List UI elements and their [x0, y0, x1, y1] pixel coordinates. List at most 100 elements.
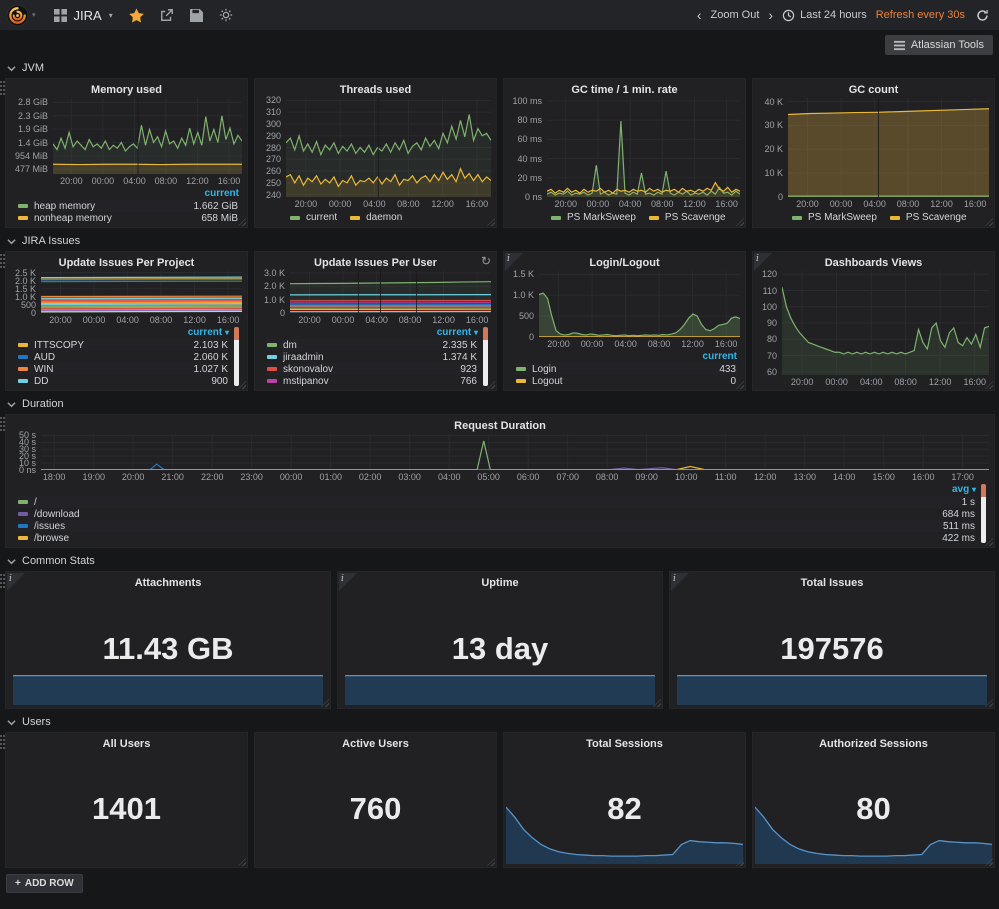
- clock-icon: [782, 9, 795, 22]
- legend-row[interactable]: jiraadmin1.374 K: [266, 351, 478, 363]
- info-icon[interactable]: i: [339, 573, 357, 591]
- row-drag-handle[interactable]: [0, 417, 2, 419]
- grafana-logo-icon[interactable]: [6, 4, 29, 27]
- legend-row[interactable]: Login433: [515, 363, 737, 375]
- legend-scrollbar[interactable]: [981, 484, 986, 543]
- legend-item[interactable]: PS Scavenge: [649, 212, 726, 223]
- info-icon[interactable]: i: [671, 573, 689, 591]
- panel-title[interactable]: Attachments: [11, 575, 325, 591]
- legend-sort-header[interactable]: current: [17, 187, 239, 200]
- legend-row[interactable]: /1 s: [17, 496, 976, 508]
- chevron-down-icon: [7, 718, 16, 727]
- legend-sort-header[interactable]: avg ▾: [17, 483, 976, 496]
- legend-row[interactable]: nonheap memory658 MiB: [17, 212, 239, 224]
- legend-item[interactable]: PS MarkSweep: [551, 212, 636, 223]
- legend-row[interactable]: DD900: [17, 375, 229, 387]
- info-icon[interactable]: i: [754, 253, 772, 271]
- legend-row[interactable]: AUD2.060 K: [17, 351, 229, 363]
- login-logout-graph[interactable]: 1.5 K1.0 K500020:0000:0004:0008:0012:001…: [509, 271, 740, 350]
- legend-item[interactable]: current: [290, 212, 337, 223]
- panel-title[interactable]: Threads used: [260, 82, 491, 98]
- request-duration-graph[interactable]: 50 s40 s30 s20 s10 s0 ns18:0019:0020:002…: [11, 434, 989, 483]
- row-drag-handle[interactable]: [0, 735, 2, 737]
- legend-item[interactable]: daemon: [350, 212, 402, 223]
- legend-row[interactable]: heap memory1.662 GiB: [17, 200, 239, 212]
- star-button[interactable]: [129, 8, 144, 23]
- legend-row[interactable]: mstipanov766: [266, 375, 478, 387]
- legend-scrollbar[interactable]: [483, 327, 488, 386]
- time-range-picker[interactable]: Last 24 hours: [782, 9, 867, 22]
- chevron-down-icon: [7, 64, 16, 73]
- atlassian-tools-button[interactable]: Atlassian Tools: [885, 35, 993, 55]
- share-button[interactable]: [160, 8, 174, 22]
- panel-title[interactable]: Request Duration: [11, 418, 989, 434]
- row-drag-handle[interactable]: [0, 81, 2, 83]
- dashboard-picker[interactable]: JIRA ▾: [54, 8, 113, 23]
- panel-title[interactable]: GC time / 1 min. rate: [509, 82, 740, 98]
- gc-count-graph[interactable]: 40 K30 K20 K10 K020:0000:0004:0008:0012:…: [758, 98, 989, 210]
- top-navbar: ▾ JIRA ▾ ‹ Zoom Out › Last 24 hours: [0, 0, 999, 30]
- issues-per-project-graph[interactable]: 2.5 K2.0 K1.5 K1.0 K500020:0000:0004:000…: [11, 271, 242, 326]
- panel-title[interactable]: Uptime: [343, 575, 657, 591]
- legend-row[interactable]: Logout0: [515, 375, 737, 387]
- panel-title[interactable]: Total Issues: [675, 575, 989, 591]
- loading-spinner-icon: ↻: [481, 254, 491, 268]
- chevron-down-icon: [7, 237, 16, 246]
- panel-title[interactable]: Total Sessions: [509, 736, 740, 752]
- settings-button[interactable]: [219, 8, 233, 22]
- legend-row[interactable]: dm2.335 K: [266, 339, 478, 351]
- row-drag-handle[interactable]: [0, 574, 2, 576]
- refresh-interval-button[interactable]: Refresh every 30s: [876, 9, 965, 21]
- time-shift-left-button[interactable]: ‹: [697, 8, 702, 22]
- panel-title[interactable]: Update Issues Per User: [260, 255, 491, 271]
- info-icon[interactable]: i: [7, 573, 25, 591]
- zoom-out-button[interactable]: Zoom Out: [711, 9, 760, 21]
- legend-scrollbar[interactable]: [234, 327, 239, 386]
- section-jira-issues[interactable]: JIRA Issues: [7, 235, 80, 247]
- memory-used-graph[interactable]: 2.8 GiB2.3 GiB1.9 GiB1.4 GiB954 MiB477 M…: [11, 98, 242, 187]
- issues-per-user-graph[interactable]: 3.0 K2.0 K1.0 K020:0000:0004:0008:0012:0…: [260, 271, 491, 326]
- logo-menu-caret-icon[interactable]: ▾: [32, 11, 36, 19]
- panel-title[interactable]: Update Issues Per Project: [11, 255, 242, 271]
- panel-title[interactable]: Authorized Sessions: [758, 736, 989, 752]
- panel-title[interactable]: All Users: [11, 736, 242, 752]
- section-common-stats[interactable]: Common Stats: [7, 555, 95, 567]
- time-controls: ‹ Zoom Out › Last 24 hours Refresh every…: [697, 8, 989, 22]
- refresh-button[interactable]: [976, 9, 989, 22]
- legend-item[interactable]: PS MarkSweep: [792, 212, 877, 223]
- legend-sort-header[interactable]: current ▾: [17, 326, 229, 339]
- dashboard-caret-icon: ▾: [109, 11, 113, 20]
- stat-value: 1401: [11, 752, 242, 865]
- legend-item[interactable]: PS Scavenge: [890, 212, 967, 223]
- legend-sort-header[interactable]: current: [515, 350, 737, 363]
- legend-row[interactable]: ITTSCOPY2.103 K: [17, 339, 229, 351]
- save-icon: [190, 9, 203, 22]
- panel-title[interactable]: Active Users: [260, 736, 491, 752]
- panel-title[interactable]: GC count: [758, 82, 989, 98]
- gc-time-graph[interactable]: 100 ms80 ms60 ms40 ms20 ms0 ns20:0000:00…: [509, 98, 740, 210]
- add-row-button[interactable]: + ADD ROW: [6, 874, 83, 893]
- legend-row[interactable]: WIN1.027 K: [17, 363, 229, 375]
- panel-title[interactable]: Memory used: [11, 82, 242, 98]
- dashboard: JVM Memory used 2.8 GiB2.3 GiB1.9 GiB1.4…: [0, 62, 999, 893]
- legend-sort-header[interactable]: current ▾: [266, 326, 478, 339]
- legend-row[interactable]: skonovalov923: [266, 363, 478, 375]
- dashboards-views-graph[interactable]: 1201101009080706020:0000:0004:0008:0012:…: [758, 271, 989, 388]
- panel-authorized-sessions: Authorized Sessions 80: [752, 732, 995, 868]
- info-icon[interactable]: i: [505, 253, 523, 271]
- row-drag-handle[interactable]: [0, 254, 2, 256]
- section-duration[interactable]: Duration: [7, 398, 64, 410]
- legend-row[interactable]: /browse422 ms: [17, 532, 976, 544]
- time-shift-right-button[interactable]: ›: [768, 8, 773, 22]
- panel-update-issues-per-user: ↻ Update Issues Per User 3.0 K2.0 K1.0 K…: [254, 251, 497, 391]
- legend-row[interactable]: /download684 ms: [17, 508, 976, 520]
- save-button[interactable]: [190, 9, 203, 22]
- stat-value: 760: [260, 752, 491, 865]
- legend-row[interactable]: /issues511 ms: [17, 520, 976, 532]
- threads-used-graph[interactable]: 32031030029028027026025024020:0000:0004:…: [260, 98, 491, 210]
- section-jvm[interactable]: JVM: [7, 62, 44, 74]
- panel-title[interactable]: Login/Logout: [509, 255, 740, 271]
- panel-title[interactable]: Dashboards Views: [758, 255, 989, 271]
- section-users[interactable]: Users: [7, 716, 51, 728]
- atlassian-tools-icon: [894, 40, 905, 51]
